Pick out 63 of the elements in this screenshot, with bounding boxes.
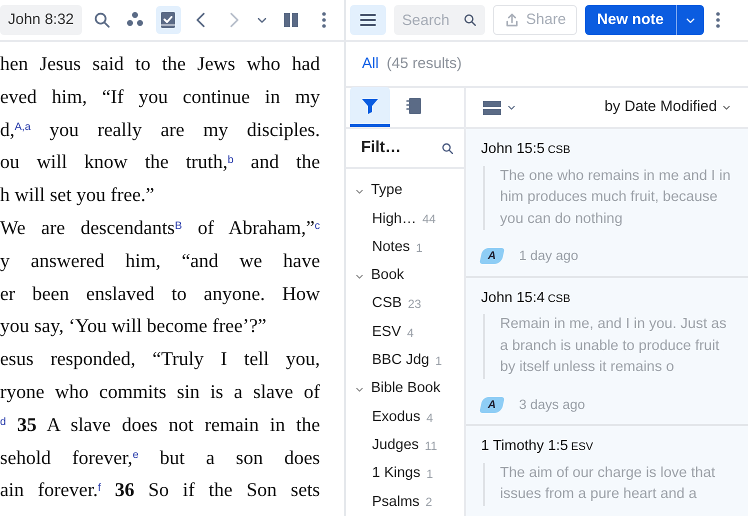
note-card[interactable]: John 15:4 CSB Remain in me, and I in you. Just as a branch is unable to produce fruit by itself unless it remains o A 3 days ago (466, 278, 748, 426)
filter-count: 1 (416, 240, 423, 257)
verse-line: eved him, “If you continue in my (0, 86, 320, 110)
filter-count: 1 (435, 352, 442, 370)
filter-option[interactable]: CSB (372, 293, 402, 316)
filter-count: 4 (407, 324, 414, 342)
note-reference: 1 Timothy 1:5 ESV (481, 437, 594, 456)
menu-button[interactable] (350, 5, 386, 35)
filter-group-label[interactable]: Book (371, 265, 404, 287)
note-time: 3 days ago (519, 396, 586, 414)
all-link[interactable]: All (362, 52, 379, 76)
note-reference: John 15:4 CSB (481, 288, 572, 308)
verse-line: ou will know the truth,$^{b}$ and the (0, 151, 320, 176)
note-time: 1 day ago (519, 247, 578, 266)
verse-line: h will set you free.” (0, 184, 156, 208)
filter-option[interactable]: Notes (372, 236, 410, 259)
note-quote: The aim of our charge is love that issues from a pure heart and a (483, 462, 738, 506)
verse-line: $^{d}$ 35 A slave does not remain in the (0, 414, 320, 438)
filter-count: 4 (426, 410, 434, 427)
new-note-button[interactable]: New note (585, 5, 676, 35)
verse-line: esus responded, “Truly I tell you, (0, 348, 320, 372)
dropdown-button[interactable] (676, 5, 704, 35)
verse-line: hen Jesus said to the Jews who had (0, 53, 320, 77)
sort-dropdown[interactable]: by Date Modified (604, 96, 732, 119)
filter-option[interactable]: BBC Jdg (372, 350, 430, 372)
verse-line: er been enslaved to anyone. How (0, 282, 320, 307)
verse-line: sehold forever,$^{e}$ but a son does (0, 446, 320, 471)
verse-line: y answered him, “and we have (0, 250, 320, 274)
search-icon[interactable] (441, 142, 454, 154)
passage-reference[interactable]: John 8:32 (0, 4, 82, 36)
filter-option[interactable]: Psalms (372, 492, 420, 514)
filter-count: 1 (426, 466, 434, 484)
filter-count: 44 (422, 211, 436, 228)
verse-line: you say, ‘You will become free’?” (0, 315, 268, 340)
search-icon (463, 13, 477, 27)
notebook-icon (404, 96, 424, 116)
filter-count: 11 (424, 438, 438, 455)
results-count: (45 results) (386, 54, 462, 74)
verse-line: d,$^{A,a}$ you really are my disciples. (0, 118, 320, 143)
filter-group-label[interactable]: Type (371, 180, 402, 202)
filter-option[interactable]: High… (372, 208, 416, 230)
share-icon (504, 12, 520, 28)
note-card[interactable]: 1 Timothy 1:5 ESV The aim of our charge is love that issues from a pure heart and a (466, 426, 748, 516)
note-quote: The one who remains in me and I in him produces much fruit, because you can do nothing (483, 166, 738, 230)
verse-line: ain forever.$^{f}$ 36 So if the Son sets (0, 479, 320, 504)
filter-title: Filt… (361, 138, 401, 158)
note-reference: John 15:5 CSB (481, 140, 572, 159)
filter-option[interactable]: 1 Kings (372, 463, 420, 485)
verse-line: ryone who commits sin is a slave of (0, 380, 320, 405)
filter-option[interactable]: Judges (372, 434, 419, 457)
author-avatar: A (479, 248, 505, 264)
filter-option[interactable]: ESV (372, 322, 402, 344)
verse-line: We are descendants$^{B}$ of Abraham,”$^{c}$ (0, 216, 320, 241)
author-avatar: A (479, 396, 505, 413)
search-field[interactable]: Search (394, 5, 485, 35)
filter-count: 23 (408, 296, 422, 314)
filter-option[interactable]: Exodus (372, 406, 420, 428)
note-card[interactable]: John 15:5 CSB The one who remains in me and I in him produces much fruit, because you can do nothing A 1 day ago (466, 129, 748, 278)
note-quote: Remain in me, and I in you. Just as a branch is unable to produce fruit by itself unless it remains o (483, 314, 738, 379)
funnel-tab[interactable] (350, 87, 390, 127)
filter-group-label[interactable]: Bible Book (371, 378, 440, 400)
checked-book-icon[interactable] (156, 6, 181, 34)
filter-count: 2 (426, 494, 432, 512)
